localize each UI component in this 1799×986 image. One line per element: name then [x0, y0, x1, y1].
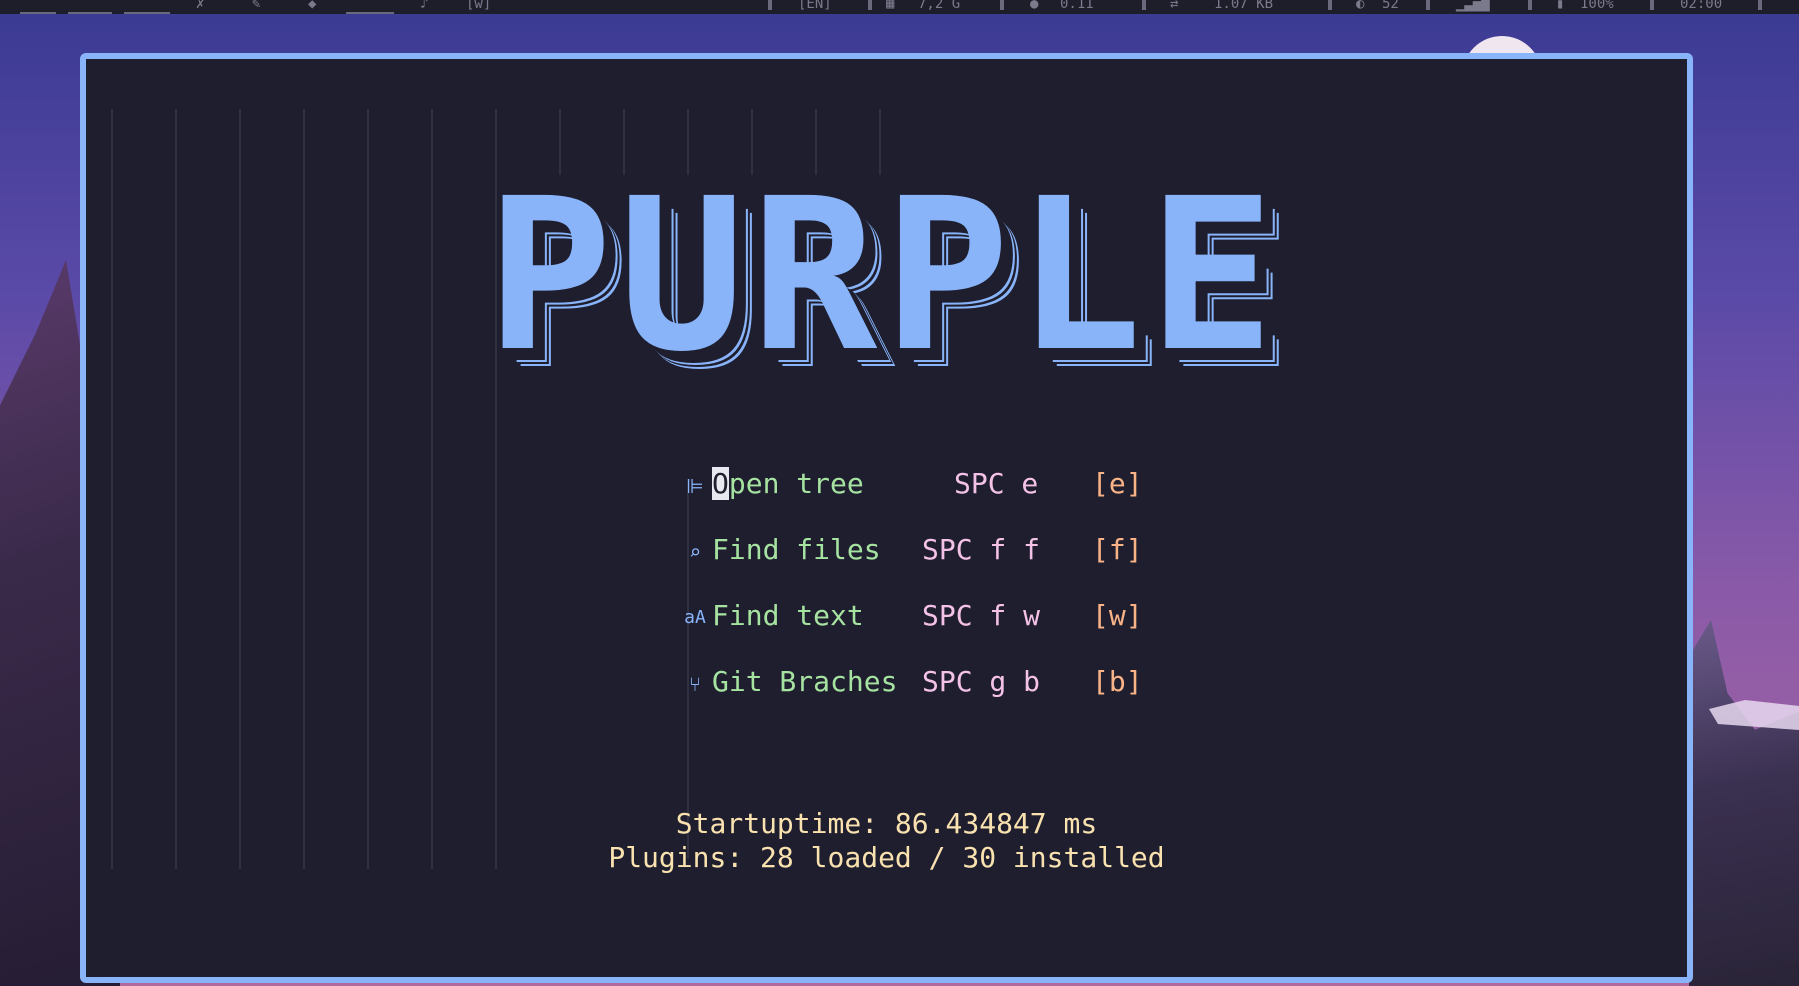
- menu-item-label: Find text: [712, 599, 864, 632]
- separator: [1650, 0, 1654, 10]
- separator: [1142, 0, 1146, 10]
- workspace-tab-4[interactable]: [346, 0, 394, 14]
- menu-item-hint: [f]: [1092, 533, 1143, 566]
- network-icon: ⇄: [1170, 0, 1179, 12]
- menu-item-keys: SPC f w: [922, 599, 1041, 632]
- brightness-icon: ▮: [1556, 0, 1565, 12]
- menu-item-hint: [w]: [1092, 599, 1143, 632]
- menu-item-label: Find files: [712, 533, 881, 566]
- clock: 02:00: [1680, 0, 1723, 12]
- menu-item-hint: [b]: [1092, 665, 1143, 698]
- workspace-tab-3[interactable]: [124, 0, 170, 14]
- indent-guide: [431, 109, 433, 869]
- indent-guide: [687, 479, 689, 859]
- file-search-icon: ⌕: [688, 540, 702, 564]
- text-icon: aA: [684, 607, 706, 628]
- separator: [1426, 0, 1430, 10]
- workspace-tab-2[interactable]: [68, 0, 112, 14]
- startuptime-text: Startuptime: 86.434847 ms: [675, 807, 1098, 840]
- dashboard-footer: Startuptime: 86.434847 ms Plugins: 28 lo…: [86, 807, 1687, 875]
- temperature-icon: ◐: [1356, 0, 1365, 12]
- network-speed: 1.07 KB: [1214, 0, 1274, 12]
- indent-guide: [175, 109, 177, 869]
- memory-icon: ▦: [886, 0, 895, 12]
- menu-item-keys: SPC f f: [922, 533, 1041, 566]
- indent-guide: [303, 109, 305, 869]
- music-icon[interactable]: ♪: [420, 0, 428, 11]
- indent-guide: [239, 109, 241, 869]
- separator: [1328, 0, 1332, 10]
- dashboard-logo: PURPLE: [486, 153, 1281, 398]
- indent-guide: [367, 109, 369, 869]
- tree-icon: ⊫: [686, 474, 704, 498]
- tag-icon[interactable]: ◆: [308, 0, 316, 11]
- separator: [868, 0, 872, 10]
- cpu-load: 0.11: [1060, 0, 1094, 12]
- separator: [1758, 0, 1762, 10]
- volume-bars-icon: ▁▃▅▇: [1456, 0, 1490, 12]
- menu-item-hint: [e]: [1092, 467, 1143, 500]
- top-status-bar: ✗ ✎ ◆ ♪ [w] [EN] ▦ 7,2 G ● 0.11 ⇄ 1.07 K…: [0, 0, 1799, 14]
- separator: [768, 0, 772, 10]
- cpu-icon: ●: [1030, 0, 1039, 12]
- git-branch-icon: ⑂: [689, 672, 701, 696]
- temperature: 52: [1382, 0, 1399, 12]
- editor-icon[interactable]: ✎: [252, 0, 260, 11]
- memory-usage: 7,2 G: [918, 0, 961, 12]
- cursor: O: [712, 467, 729, 500]
- menu-item-keys: SPC e: [954, 467, 1039, 500]
- menu-item-label: Git Braches: [712, 665, 898, 698]
- menu-item-label-rest: pen tree: [728, 467, 864, 500]
- mountain-right: [1689, 620, 1799, 986]
- keyboard-layout: [EN]: [798, 0, 832, 12]
- separator: [1000, 0, 1004, 10]
- indent-guide: [111, 109, 113, 869]
- plugins-text: Plugins: 28 loaded / 30 installed: [608, 841, 1165, 874]
- terminal-icon[interactable]: ✗: [196, 0, 204, 11]
- menu-item-keys: SPC g b: [922, 665, 1041, 698]
- menu-item-label: Open tree: [712, 467, 864, 500]
- brightness-level: 100%: [1580, 0, 1614, 12]
- workspace-tab-1[interactable]: [20, 0, 56, 14]
- terminal-window[interactable]: PURPLE ⊫ Open tree SPC e [e] ⌕ Find file…: [80, 53, 1693, 983]
- workspace-layout: [w]: [466, 0, 492, 12]
- separator: [1528, 0, 1532, 10]
